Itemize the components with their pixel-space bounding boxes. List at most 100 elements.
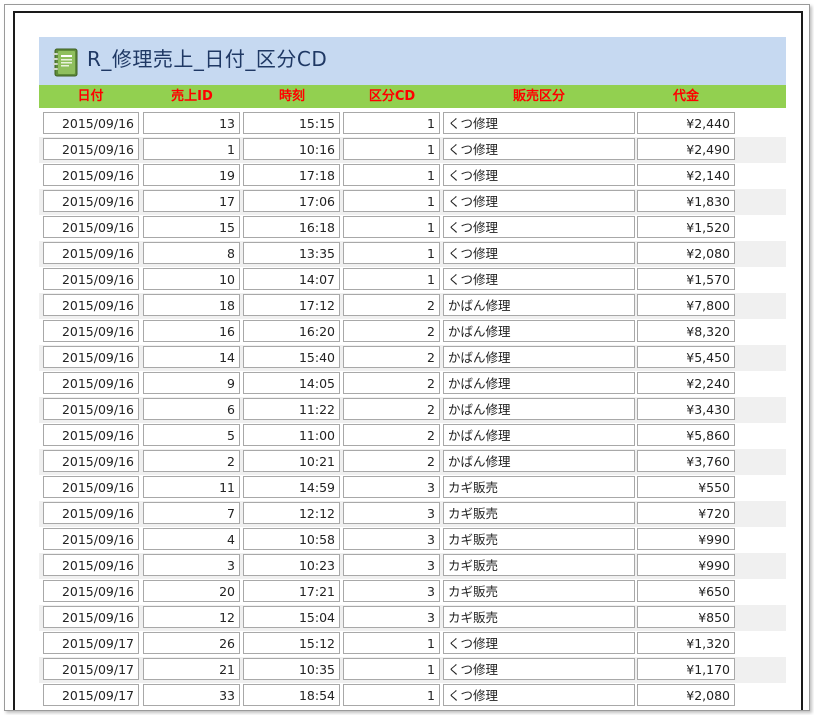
cell-category-cd: 3 [343,502,440,524]
cell-sales-category: カギ販売 [443,606,635,628]
cell-price: ¥550 [637,476,735,498]
cell-sales-category: カギ販売 [443,580,635,602]
table-row: 2015/09/16 9 14:05 2 かばん修理 ¥2,240 [39,371,786,397]
cell-price: ¥2,240 [637,372,735,394]
cell-category-cd: 3 [343,476,440,498]
column-header-row: 日付 売上ID 時刻 区分CD 販売区分 代金 [39,85,786,108]
cell-time: 14:05 [243,372,340,394]
report-header: R_修理売上_日付_区分CD [39,37,786,85]
column-header-sales-category: 販売区分 [512,89,565,104]
cell-time: 12:12 [243,502,340,524]
cell-date: 2015/09/16 [43,372,139,394]
cell-price: ¥720 [637,502,735,524]
table-row: 2015/09/16 18 17:12 2 かばん修理 ¥7,800 [39,293,786,319]
cell-sales-id: 14 [143,346,240,368]
cell-date: 2015/09/16 [43,242,139,264]
cell-time: 18:54 [243,684,340,706]
cell-category-cd: 2 [343,320,440,342]
cell-price: ¥2,440 [637,112,735,134]
table-row: 2015/09/16 2 10:21 2 かばん修理 ¥3,760 [39,449,786,475]
cell-date: 2015/09/16 [43,268,139,290]
cell-time: 16:18 [243,216,340,238]
cell-category-cd: 2 [343,424,440,446]
cell-time: 11:00 [243,424,340,446]
cell-sales-category: かばん修理 [443,372,635,394]
cell-category-cd: 3 [343,528,440,550]
cell-sales-id: 2 [143,450,240,472]
cell-sales-category: くつ修理 [443,190,635,212]
cell-category-cd: 1 [343,138,440,160]
cell-price: ¥5,450 [637,346,735,368]
cell-time: 10:35 [243,658,340,680]
cell-sales-category: カギ販売 [443,554,635,576]
cell-category-cd: 2 [343,346,440,368]
table-row: 2015/09/16 6 11:22 2 かばん修理 ¥3,430 [39,397,786,423]
cell-time: 17:18 [243,164,340,186]
table-row: 2015/09/16 3 10:23 3 カギ販売 ¥990 [39,553,786,579]
table-row: 2015/09/16 14 15:40 2 かばん修理 ¥5,450 [39,345,786,371]
column-header-sales-id: 売上ID [171,89,213,104]
cell-date: 2015/09/16 [43,424,139,446]
cell-price: ¥850 [637,606,735,628]
cell-sales-id: 26 [143,632,240,654]
cell-sales-id: 16 [143,320,240,342]
cell-date: 2015/09/16 [43,450,139,472]
table-row: 2015/09/16 8 13:35 1 くつ修理 ¥2,080 [39,241,786,267]
cell-date: 2015/09/16 [43,190,139,212]
cell-date: 2015/09/16 [43,112,139,134]
table-row: 2015/09/17 33 18:54 1 くつ修理 ¥2,080 [39,683,786,709]
cell-price: ¥1,570 [637,268,735,290]
cell-sales-id: 18 [143,294,240,316]
cell-category-cd: 1 [343,268,440,290]
cell-sales-id: 4 [143,528,240,550]
cell-sales-id: 6 [143,398,240,420]
cell-sales-id: 8 [143,242,240,264]
cell-sales-id: 10 [143,268,240,290]
cell-sales-category: カギ販売 [443,502,635,524]
cell-date: 2015/09/16 [43,346,139,368]
cell-category-cd: 1 [343,164,440,186]
cell-price: ¥990 [637,528,735,550]
cell-price: ¥1,830 [637,190,735,212]
cell-category-cd: 3 [343,554,440,576]
cell-category-cd: 1 [343,632,440,654]
cell-sales-id: 9 [143,372,240,394]
report-page: R_修理売上_日付_区分CD 日付 売上ID 時刻 区分CD 販売区分 代金 2… [13,11,803,710]
cell-date: 2015/09/16 [43,164,139,186]
cell-category-cd: 1 [343,216,440,238]
cell-price: ¥7,800 [637,294,735,316]
cell-sales-category: かばん修理 [443,450,635,472]
column-header-category-cd: 区分CD [368,89,416,104]
cell-category-cd: 2 [343,294,440,316]
notebook-icon [53,48,78,77]
cell-price: ¥1,170 [637,658,735,680]
cell-time: 16:20 [243,320,340,342]
cell-price: ¥2,490 [637,138,735,160]
table-row: 2015/09/16 13 15:15 1 くつ修理 ¥2,440 [39,111,786,137]
cell-time: 10:16 [243,138,340,160]
cell-date: 2015/09/16 [43,554,139,576]
cell-sales-id: 1 [143,138,240,160]
cell-price: ¥8,320 [637,320,735,342]
cell-date: 2015/09/16 [43,528,139,550]
cell-time: 15:12 [243,632,340,654]
cell-time: 10:23 [243,554,340,576]
cell-sales-id: 5 [143,424,240,446]
cell-time: 14:59 [243,476,340,498]
cell-sales-id: 21 [143,658,240,680]
table-row: 2015/09/16 11 14:59 3 カギ販売 ¥550 [39,475,786,501]
cell-price: ¥3,430 [637,398,735,420]
cell-time: 17:06 [243,190,340,212]
cell-time: 10:58 [243,528,340,550]
table-row: 2015/09/16 10 14:07 1 くつ修理 ¥1,570 [39,267,786,293]
report-preview-frame: R_修理売上_日付_区分CD 日付 売上ID 時刻 区分CD 販売区分 代金 2… [4,4,810,711]
report-title: R_修理売上_日付_区分CD [87,47,328,71]
cell-time: 17:12 [243,294,340,316]
table-row: 2015/09/17 21 10:35 1 くつ修理 ¥1,170 [39,657,786,683]
cell-category-cd: 2 [343,398,440,420]
cell-category-cd: 2 [343,372,440,394]
cell-price: ¥2,080 [637,684,735,706]
cell-sales-category: かばん修理 [443,398,635,420]
cell-sales-id: 3 [143,554,240,576]
cell-time: 11:22 [243,398,340,420]
